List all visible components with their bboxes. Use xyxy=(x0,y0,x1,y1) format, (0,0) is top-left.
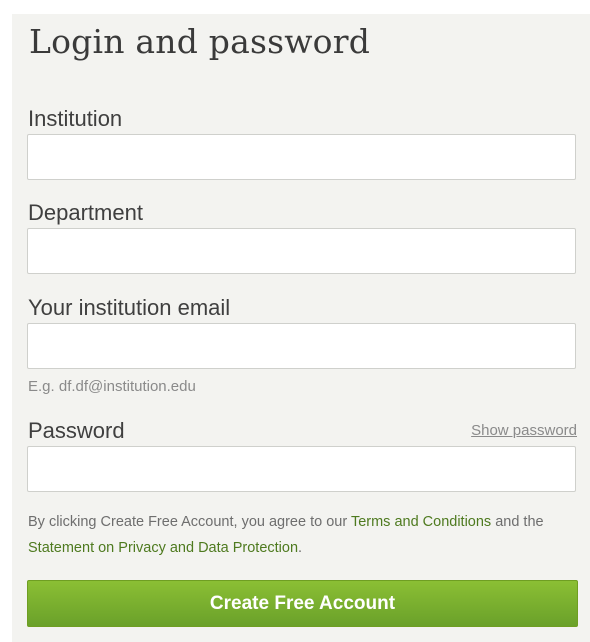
terms-middle-text: and the xyxy=(491,514,544,530)
terms-suffix-text: . xyxy=(298,540,303,556)
terms-prefix-text: By clicking Create Free Account, you agr… xyxy=(28,514,351,530)
email-input[interactable] xyxy=(27,323,576,369)
institution-label: Institution xyxy=(28,106,123,131)
department-input[interactable] xyxy=(27,228,576,274)
email-hint: E.g. df.df@institution.edu xyxy=(28,378,196,395)
password-input[interactable] xyxy=(27,446,576,492)
signup-form-panel: Login and password Institution Departmen… xyxy=(12,14,590,642)
terms-notice: By clicking Create Free Account, you agr… xyxy=(28,509,580,561)
page: Login and password Institution Departmen… xyxy=(0,0,590,642)
email-label: Your institution email xyxy=(28,295,231,320)
show-password-link[interactable]: Show password xyxy=(471,422,577,439)
institution-input[interactable] xyxy=(27,134,576,180)
create-free-account-button[interactable]: Create Free Account xyxy=(27,580,578,627)
department-label: Department xyxy=(28,200,143,225)
privacy-statement-link[interactable]: Statement on Privacy and Data Protection xyxy=(28,540,298,556)
terms-and-conditions-link[interactable]: Terms and Conditions xyxy=(351,514,491,530)
password-label: Password xyxy=(28,418,125,443)
form-title: Login and password xyxy=(29,22,371,61)
